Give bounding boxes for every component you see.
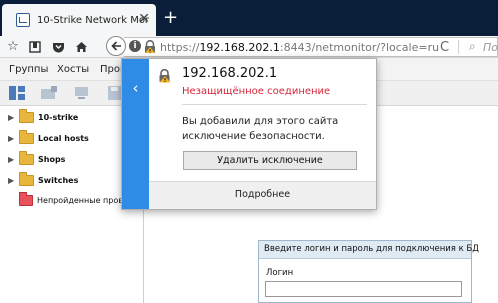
remove-exception-button[interactable]: Удалить исключение (183, 151, 357, 170)
tab-title: 10-Strike Network Monito... (37, 14, 149, 26)
tree-item-10-strike[interactable]: ▶ 10-strike (0, 108, 79, 125)
back-button[interactable] (106, 36, 126, 56)
insecure-lock-icon (158, 68, 171, 83)
tree-item-label: Local hosts (38, 133, 89, 143)
expand-arrow-icon[interactable]: ▶ (8, 176, 17, 185)
add-group-icon[interactable] (40, 85, 58, 101)
folder-icon (19, 150, 34, 165)
tree-item-label: Shops (38, 154, 66, 164)
exception-message: Вы добавили для этого сайта исключение б… (182, 116, 339, 142)
reload-icon[interactable]: C (440, 40, 449, 55)
url-divider (458, 40, 459, 54)
login-input[interactable] (265, 281, 462, 297)
site-info-icon[interactable]: i (129, 40, 141, 52)
folder-icon (19, 171, 34, 186)
failed-folder-icon (19, 191, 33, 206)
menu-groups[interactable]: Группы (9, 64, 48, 75)
expand-arrow-icon[interactable]: ▶ (8, 155, 17, 164)
tree-item-shops[interactable]: ▶ Shops (0, 150, 66, 167)
netmonitor-favicon-icon (16, 13, 30, 27)
add-host-icon[interactable] (73, 85, 91, 101)
bookmark-star-icon[interactable]: ☆ (5, 39, 21, 55)
tree-item-label: Switches (38, 175, 79, 185)
url-bar[interactable]: i https://192.168.202.1:8443/netmonitor/… (124, 37, 498, 57)
tree-item-switches[interactable]: ▶ Switches (0, 171, 79, 188)
nav-bar: ☆ i https://192.168.202.1:8443/netmonito… (0, 36, 498, 58)
tab-netmonitor[interactable]: 10-Strike Network Monito... ✕ (2, 4, 156, 36)
tree-item-label: 10-strike (38, 112, 79, 122)
url-text[interactable]: https://192.168.202.1:8443/netmonitor/?l… (160, 41, 439, 54)
login-label: Логин (266, 268, 294, 278)
insecure-connection-label: Незащищённое соединение (182, 86, 331, 97)
expand-arrow-icon[interactable]: ▶ (8, 113, 17, 122)
url-path: :8443/netmonitor/?locale=ru (279, 41, 440, 54)
new-tab-icon[interactable]: + (163, 9, 178, 27)
expand-arrow-icon[interactable]: ▶ (8, 134, 17, 143)
popup-back-button[interactable]: ‹ (122, 59, 149, 209)
search-placeholder[interactable]: Поиск (483, 41, 498, 54)
menu-hosts[interactable]: Хосты (57, 64, 89, 75)
folder-icon (19, 129, 34, 144)
pocket-icon[interactable] (50, 39, 66, 55)
url-host: 192.168.202.1 (199, 41, 280, 54)
layout-icon[interactable] (8, 85, 26, 101)
db-login-panel: Введите логин и пароль для подключения к… (258, 240, 479, 303)
more-info-button[interactable]: Подробнее (149, 181, 376, 209)
login-panel-title: Введите логин и пароль для подключения к… (259, 241, 479, 259)
tab-strip: 10-Strike Network Monito... ✕ + (0, 0, 498, 36)
url-scheme: https:// (160, 41, 200, 54)
chevron-left-icon: ‹ (132, 79, 139, 97)
popup-host: 192.168.202.1 (182, 66, 278, 81)
tab-close-icon[interactable]: ✕ (138, 12, 150, 26)
tree-item-local-hosts[interactable]: ▶ Local hosts (0, 129, 89, 146)
insecure-lock-icon[interactable] (144, 39, 156, 54)
search-icon[interactable]: ⌕ (469, 39, 476, 54)
popup-divider (182, 104, 367, 105)
folder-icon (19, 108, 34, 123)
home-icon[interactable] (73, 39, 89, 55)
library-icon[interactable] (27, 39, 43, 55)
